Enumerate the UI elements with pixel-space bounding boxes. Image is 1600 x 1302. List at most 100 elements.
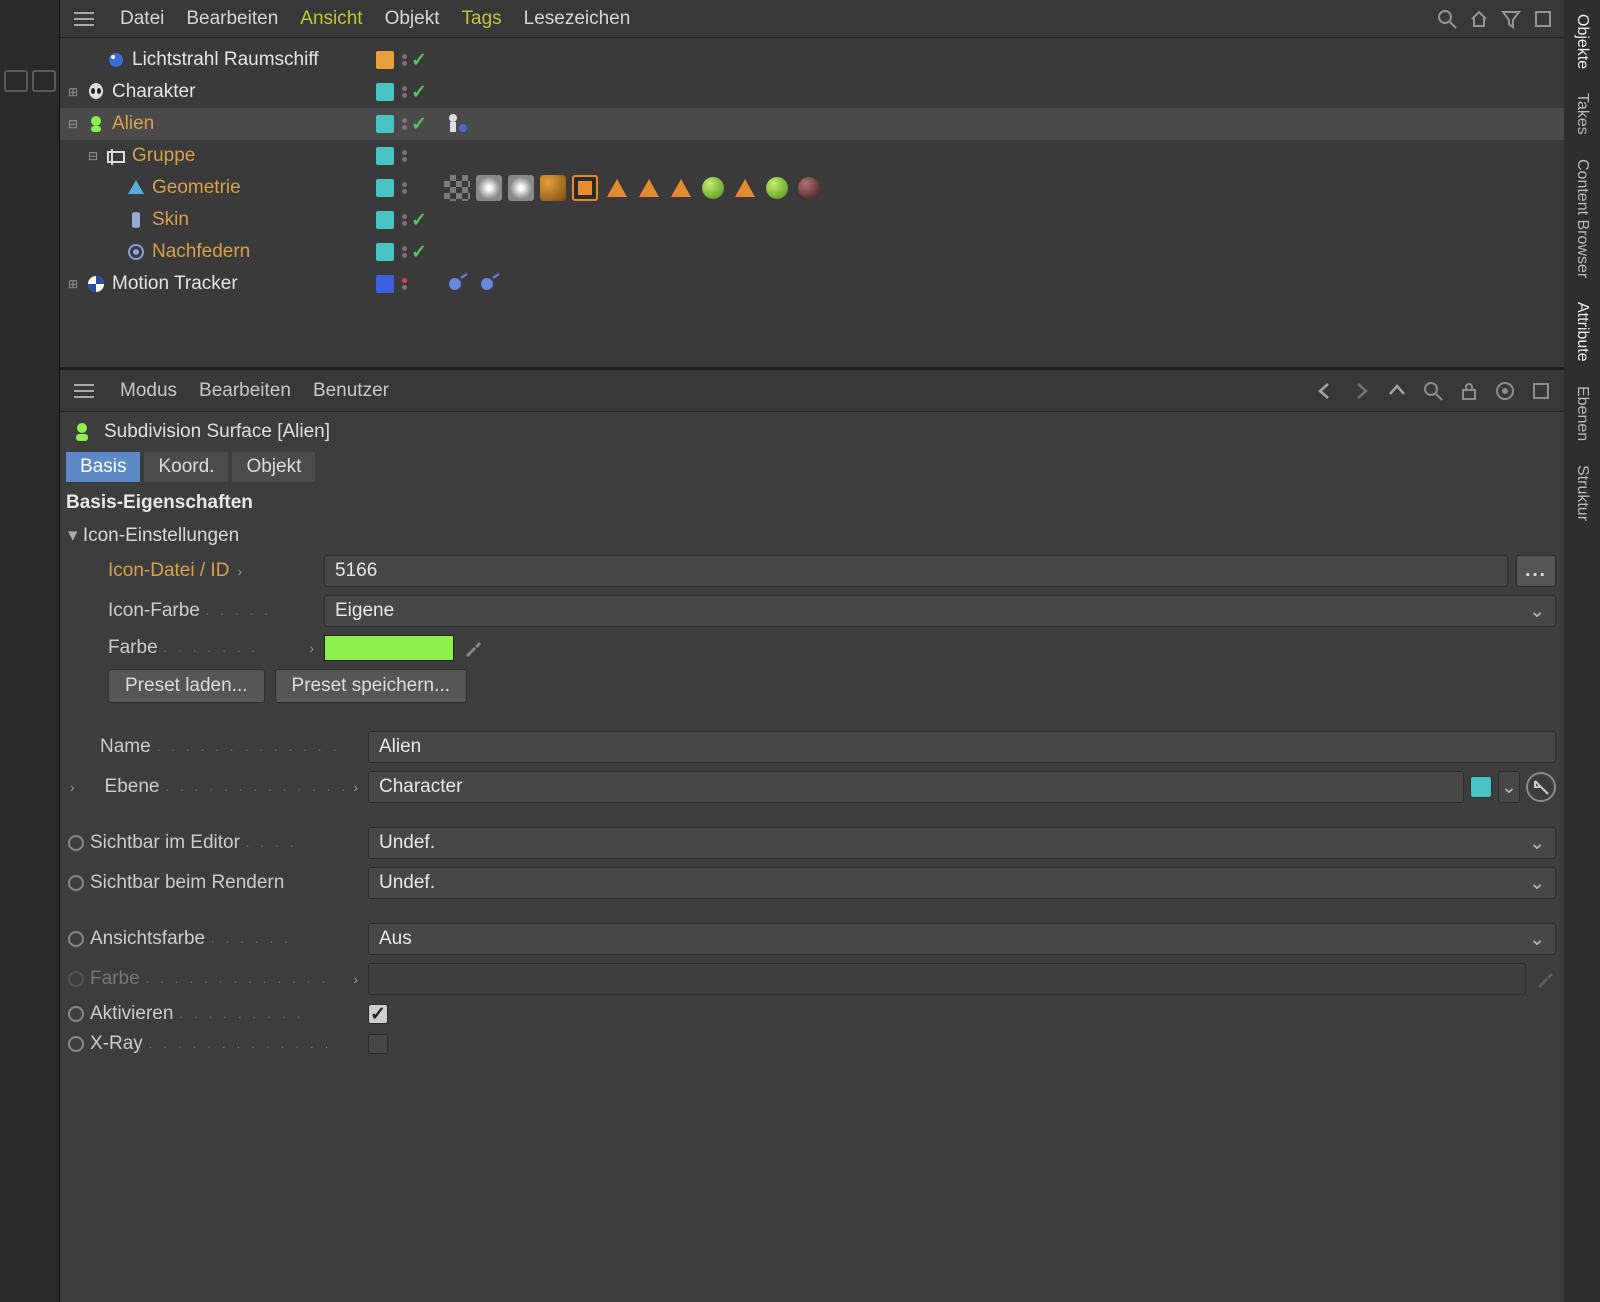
visibility-dots[interactable]: ✓ [402, 241, 427, 264]
material-tag-icon[interactable] [700, 175, 726, 201]
nav-back-icon[interactable] [1312, 378, 1338, 404]
uv-tag-icon[interactable] [444, 175, 470, 201]
visibility-dots[interactable] [402, 150, 407, 162]
menu-ansicht[interactable]: Ansicht [300, 8, 362, 30]
menu-lesezeichen[interactable]: Lesezeichen [524, 8, 631, 30]
menu-modus[interactable]: Modus [120, 380, 177, 402]
tree-row[interactable]: ⊟ Alien ✓ [60, 108, 1564, 140]
visibility-dots[interactable] [402, 182, 407, 194]
search-icon[interactable] [1420, 378, 1446, 404]
object-label[interactable]: Skin [152, 209, 189, 231]
vtab-takes[interactable]: Takes [1569, 85, 1595, 143]
menu-datei[interactable]: Datei [120, 8, 164, 30]
expander-icon[interactable]: ⊞ [66, 277, 80, 291]
vtab-struktur[interactable]: Struktur [1569, 457, 1595, 529]
anim-dot[interactable] [68, 1036, 84, 1052]
menu-benutzer[interactable]: Benutzer [313, 380, 389, 402]
layer-color-swatch[interactable] [1470, 776, 1492, 798]
hamburger-icon[interactable] [70, 380, 98, 402]
icon-color-swatch[interactable] [324, 635, 454, 661]
phong-tag-icon[interactable] [732, 175, 758, 201]
disp-color-select[interactable]: Aus⌄ [368, 923, 1556, 955]
tracker-tag-icon[interactable] [476, 271, 502, 297]
maximize-icon[interactable] [1532, 8, 1554, 30]
icon-settings-header[interactable]: Icon-Einstellungen [60, 520, 1564, 551]
object-label[interactable]: Geometrie [152, 177, 241, 199]
pose-tag-icon[interactable] [444, 111, 470, 137]
xray-checkbox[interactable] [368, 1034, 388, 1054]
menu-bearbeiten[interactable]: Bearbeiten [186, 8, 278, 30]
tree-row[interactable]: ⊞ Motion Tracker [60, 268, 1564, 300]
expander-icon[interactable] [106, 181, 120, 195]
menu-bearbeiten[interactable]: Bearbeiten [199, 380, 291, 402]
visibility-dots[interactable]: ✓ [402, 81, 427, 104]
vis-editor-select[interactable]: Undef.⌄ [368, 827, 1556, 859]
expander-icon[interactable] [106, 245, 120, 259]
vertex-tag-icon[interactable] [540, 175, 566, 201]
object-label[interactable]: Nachfedern [152, 241, 250, 263]
expander-icon[interactable]: ⊞ [66, 85, 80, 99]
object-label[interactable]: Charakter [112, 81, 195, 103]
record-icon[interactable] [1492, 378, 1518, 404]
preset-load-button[interactable]: Preset laden... [108, 669, 265, 703]
vtab-objekte[interactable]: Objekte [1569, 6, 1595, 77]
expander-icon[interactable]: ⊟ [86, 149, 100, 163]
tree-row[interactable]: Nachfedern ✓ [60, 236, 1564, 268]
tree-row[interactable]: Skin ✓ [60, 204, 1564, 236]
nav-up-icon[interactable] [1384, 378, 1410, 404]
object-label[interactable]: Gruppe [132, 145, 195, 167]
weight-tag-icon[interactable] [476, 175, 502, 201]
anim-dot[interactable] [68, 1006, 84, 1022]
visibility-dots[interactable]: ✓ [402, 49, 427, 72]
layer-dropdown-icon[interactable]: ⌄ [1498, 771, 1520, 803]
home-icon[interactable] [1468, 8, 1490, 30]
expander-icon[interactable] [86, 53, 100, 67]
vtab-content-browser[interactable]: Content Browser [1569, 151, 1595, 286]
tracker-tag-icon[interactable] [444, 271, 470, 297]
tree-row[interactable]: Lichtstrahl Raumschiff✓ [60, 44, 1564, 76]
tab-koord[interactable]: Koord. [144, 452, 228, 482]
eyedropper-icon[interactable] [462, 637, 484, 659]
material-tag-icon[interactable] [764, 175, 790, 201]
visibility-dots[interactable]: ✓ [402, 113, 427, 136]
nav-fwd-icon[interactable] [1348, 378, 1374, 404]
vtab-attribute[interactable]: Attribute [1569, 294, 1595, 370]
object-label[interactable]: Alien [112, 113, 154, 135]
layer-swatch[interactable] [376, 83, 394, 101]
layer-swatch[interactable] [376, 115, 394, 133]
layer-swatch[interactable] [376, 275, 394, 293]
enable-checkbox[interactable]: ✓ [368, 1004, 388, 1024]
layer-swatch[interactable] [376, 243, 394, 261]
visibility-dots[interactable]: ✓ [402, 209, 427, 232]
lock-icon[interactable] [1456, 378, 1482, 404]
icon-color-mode-select[interactable]: Eigene⌄ [324, 595, 1556, 627]
layer-swatch[interactable] [376, 51, 394, 69]
layer-swatch[interactable] [376, 147, 394, 165]
layer-select-button[interactable] [1526, 772, 1556, 802]
icon-id-input[interactable]: 5166 [324, 555, 1508, 587]
viewport-toggle-icon[interactable] [4, 70, 28, 92]
vis-render-select[interactable]: Undef.⌄ [368, 867, 1556, 899]
object-label[interactable]: Motion Tracker [112, 273, 238, 295]
filter-icon[interactable] [1500, 8, 1522, 30]
phong-tag-icon[interactable] [668, 175, 694, 201]
panel-toggle-icon[interactable] [32, 70, 56, 92]
tab-objekt[interactable]: Objekt [232, 452, 315, 482]
anim-dot[interactable] [68, 875, 84, 891]
layer-input[interactable]: Character [368, 771, 1464, 803]
maximize-icon[interactable] [1528, 378, 1554, 404]
expander-icon[interactable]: ⊟ [66, 117, 80, 131]
phong-tag-icon[interactable] [604, 175, 630, 201]
selection-tag-icon[interactable] [572, 175, 598, 201]
phong-tag-icon[interactable] [636, 175, 662, 201]
weight-tag-icon[interactable] [508, 175, 534, 201]
name-input[interactable]: Alien [368, 731, 1556, 763]
visibility-dots[interactable] [402, 278, 407, 290]
anim-dot[interactable] [68, 931, 84, 947]
menu-tags[interactable]: Tags [462, 8, 502, 30]
browse-button[interactable]: ... [1516, 555, 1556, 587]
anim-dot[interactable] [68, 835, 84, 851]
layer-swatch[interactable] [376, 179, 394, 197]
object-tree[interactable]: Lichtstrahl Raumschiff✓ ⊞ Charakter ✓ ⊟ Alien… [60, 38, 1564, 367]
search-icon[interactable] [1436, 8, 1458, 30]
